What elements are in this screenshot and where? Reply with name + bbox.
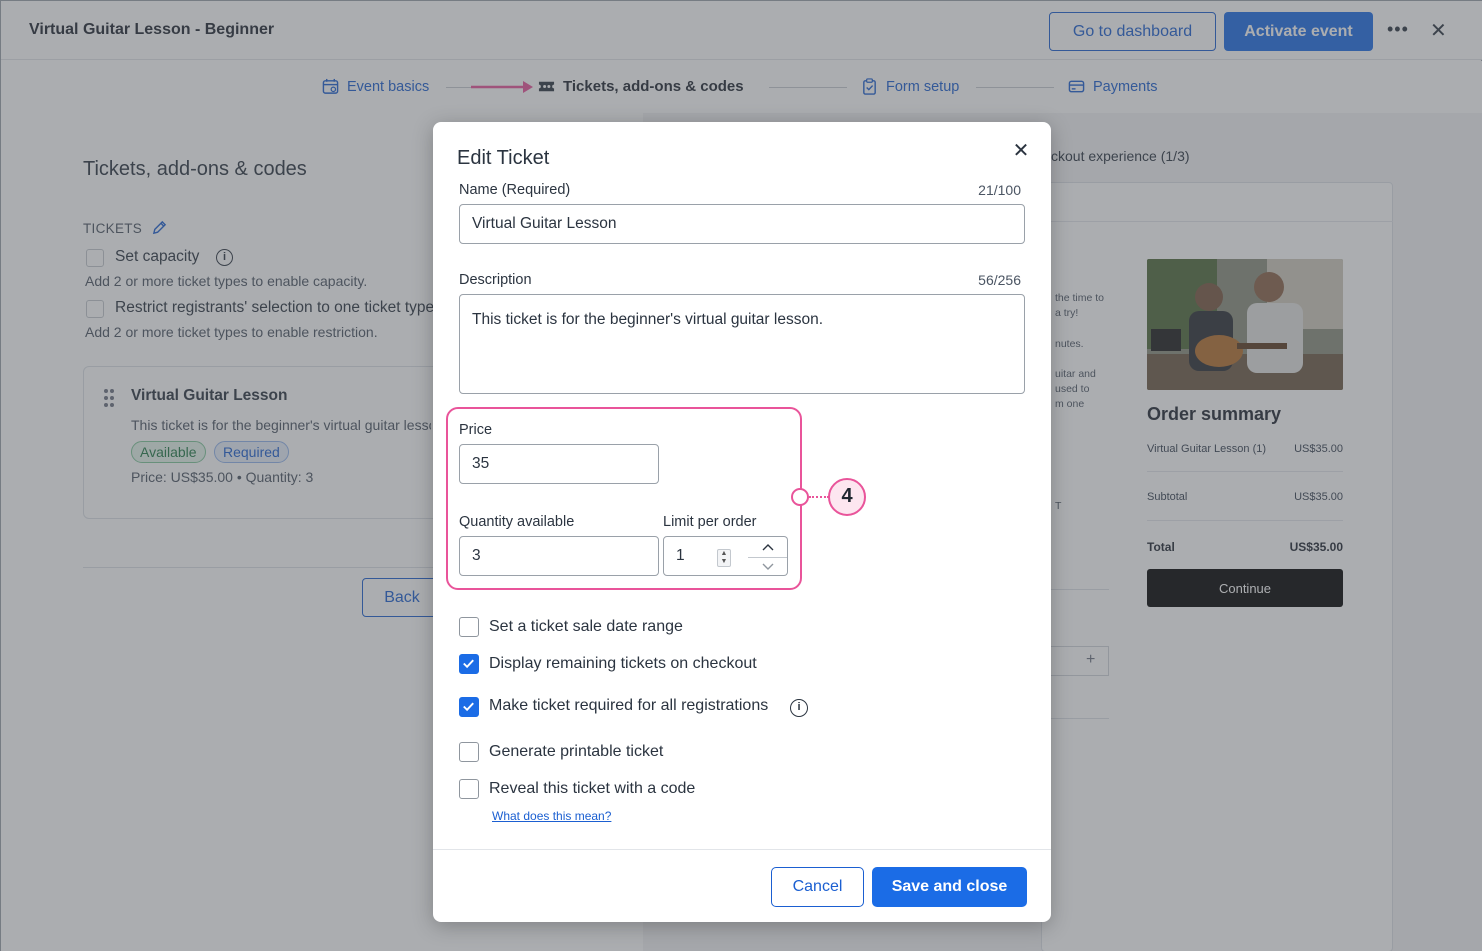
limit-label: Limit per order bbox=[663, 514, 757, 530]
sale-date-range-label: Set a ticket sale date range bbox=[489, 618, 683, 635]
name-label-text: Name bbox=[459, 182, 498, 198]
name-char-count: 21/100 bbox=[978, 182, 1021, 198]
save-and-close-button[interactable]: Save and close bbox=[872, 867, 1027, 907]
ticket-required-label: Make ticket required for all registratio… bbox=[489, 697, 769, 714]
name-input-value: Virtual Guitar Lesson bbox=[472, 215, 617, 232]
increment-button[interactable] bbox=[748, 537, 787, 556]
description-label: Description bbox=[459, 272, 532, 288]
name-input[interactable]: Virtual Guitar Lesson bbox=[459, 204, 1025, 244]
printable-ticket-label: Generate printable ticket bbox=[489, 743, 664, 760]
edit-ticket-modal: Edit Ticket ✕ Name (Required) 21/100 Vir… bbox=[433, 122, 1051, 922]
quantity-value: 3 bbox=[472, 547, 481, 564]
name-required-text: (Required) bbox=[501, 182, 571, 198]
chevron-up-icon bbox=[762, 543, 773, 550]
what-does-this-mean-link[interactable]: What does this mean? bbox=[492, 809, 611, 823]
quantity-label: Quantity available bbox=[459, 514, 575, 530]
limit-per-order-input[interactable]: 1 bbox=[663, 536, 749, 576]
reveal-with-code-label: Reveal this ticket with a code bbox=[489, 780, 696, 797]
description-char-count: 56/256 bbox=[978, 272, 1021, 288]
price-label: Price bbox=[459, 422, 493, 438]
printable-ticket-checkbox[interactable] bbox=[459, 742, 479, 762]
limit-value: 1 bbox=[676, 547, 685, 564]
reveal-with-code-checkbox[interactable] bbox=[459, 779, 479, 799]
description-value: This ticket is for the beginner's virtua… bbox=[472, 311, 824, 328]
price-value: 35 bbox=[472, 455, 490, 472]
callout-dot bbox=[791, 488, 809, 506]
checkmark-icon bbox=[463, 702, 474, 712]
display-remaining-checkbox[interactable] bbox=[459, 654, 479, 674]
callout-line bbox=[809, 496, 829, 498]
modal-title: Edit Ticket bbox=[457, 147, 550, 169]
limit-stepper bbox=[748, 536, 788, 576]
description-textarea[interactable]: This ticket is for the beginner's virtua… bbox=[459, 294, 1025, 394]
price-input[interactable]: 35 bbox=[459, 444, 659, 484]
name-label: Name (Required) bbox=[459, 182, 570, 198]
cancel-button[interactable]: Cancel bbox=[771, 867, 864, 907]
ticket-required-checkbox[interactable] bbox=[459, 697, 479, 717]
display-remaining-label: Display remaining tickets on checkout bbox=[489, 655, 757, 672]
decrement-button[interactable] bbox=[748, 557, 787, 576]
callout-number-badge: 4 bbox=[828, 478, 866, 516]
chevron-down-icon bbox=[762, 563, 773, 570]
close-icon[interactable]: ✕ bbox=[1011, 141, 1031, 161]
info-icon[interactable]: i bbox=[790, 699, 808, 717]
sale-date-range-checkbox[interactable] bbox=[459, 617, 479, 637]
native-spinner-icon[interactable]: ▲ ▼ bbox=[717, 549, 731, 567]
checkmark-icon bbox=[463, 659, 474, 669]
divider bbox=[433, 849, 1051, 850]
quantity-input[interactable]: 3 bbox=[459, 536, 659, 576]
